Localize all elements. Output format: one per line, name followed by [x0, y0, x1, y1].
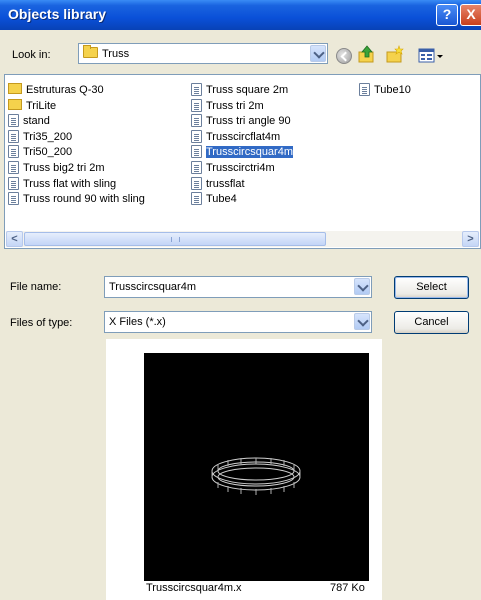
file-item-label: Truss flat with sling: [23, 177, 117, 190]
folder-item[interactable]: Estruturas Q-30: [8, 83, 106, 97]
file-icon: [359, 83, 370, 96]
file-item-label: Truss tri 2m: [206, 99, 264, 112]
folder-item[interactable]: TriLite: [8, 98, 58, 113]
file-item-label: Tri35_200: [23, 130, 73, 143]
select-button[interactable]: Select: [394, 276, 469, 299]
file-item[interactable]: Truss tri angle 90: [191, 114, 293, 128]
file-name-input[interactable]: Trusscircsquar4m: [104, 276, 372, 298]
new-folder-icon[interactable]: [385, 44, 405, 64]
file-icon: [191, 192, 202, 206]
file-icon: [191, 176, 202, 190]
file-item[interactable]: Tri35_200: [8, 129, 74, 144]
file-item-label: Trusscirctri4m: [206, 162, 275, 174]
file-icon: [191, 83, 202, 96]
file-icon: [191, 161, 202, 174]
file-item[interactable]: Tri50_200: [8, 145, 74, 159]
files-of-type-value: X Files (*.x): [109, 316, 166, 328]
close-button[interactable]: X: [460, 4, 481, 26]
scroll-thumb[interactable]: [24, 232, 326, 246]
file-item[interactable]: Truss big2 tri 2m: [8, 161, 107, 175]
file-item-label: Trusscircsquar4m: [205, 145, 294, 160]
files-of-type-label: Files of type:: [10, 317, 73, 329]
file-item[interactable]: stand: [8, 114, 52, 128]
preview-filename: Trusscircsquar4m.x: [146, 582, 242, 594]
file-icon: [8, 161, 19, 174]
truss-ring-icon: [211, 457, 301, 495]
look-in-dropdown[interactable]: Truss: [78, 43, 328, 64]
look-in-value: Truss: [102, 48, 130, 60]
file-item-label: TriLite: [26, 99, 57, 112]
file-item-label: Truss big2 tri 2m: [23, 162, 105, 174]
file-item-label: Estruturas Q-30: [26, 84, 104, 96]
folder-icon: [83, 45, 98, 58]
file-item-label: Truss tri angle 90: [206, 115, 291, 128]
file-icon: [191, 145, 202, 159]
window-title: Objects library: [8, 6, 107, 22]
file-item[interactable]: Truss round 90 with sling: [8, 192, 147, 206]
folder-icon: [8, 98, 22, 110]
preview-filesize: 787 Ko: [330, 582, 365, 594]
file-item[interactable]: Truss flat with sling: [8, 176, 118, 191]
look-in-label: Look in:: [12, 49, 51, 61]
file-icon: [191, 129, 202, 143]
file-item[interactable]: Tube4: [191, 192, 239, 206]
file-item[interactable]: Tube10: [359, 83, 413, 97]
file-icon: [8, 176, 19, 190]
view-menu-icon[interactable]: [418, 46, 444, 66]
title-bar[interactable]: Objects library ? X: [0, 0, 481, 30]
file-item-label: Truss square 2m: [206, 84, 289, 96]
file-icon: [8, 129, 19, 143]
file-item-label: trussflat: [206, 177, 245, 190]
chevron-down-icon[interactable]: [310, 45, 326, 62]
file-icon: [8, 192, 19, 206]
up-folder-icon[interactable]: [358, 44, 376, 64]
chevron-down-icon[interactable]: [354, 278, 370, 295]
file-item[interactable]: Truss tri 2m: [191, 98, 266, 113]
file-item-label: stand: [23, 115, 50, 128]
file-item[interactable]: Trusscircflat4m: [191, 129, 282, 144]
scroll-left-button[interactable]: <: [6, 231, 23, 247]
file-item[interactable]: Trusscircsquar4m: [191, 145, 295, 160]
file-icon: [8, 114, 19, 128]
scroll-right-button[interactable]: >: [462, 231, 479, 247]
file-name-label: File name:: [10, 281, 62, 293]
file-icon: [8, 145, 19, 159]
horizontal-scrollbar[interactable]: < >: [6, 231, 479, 247]
file-icon: [191, 114, 202, 128]
file-item[interactable]: Truss square 2m: [191, 83, 290, 97]
files-of-type-dropdown[interactable]: X Files (*.x): [104, 311, 372, 333]
file-item-label: Tube10: [374, 84, 411, 96]
file-item-label: Tri50_200: [23, 146, 73, 159]
file-item-label: Trusscircflat4m: [206, 130, 281, 143]
model-preview: [144, 353, 369, 581]
back-icon[interactable]: [336, 48, 352, 64]
cancel-button[interactable]: Cancel: [394, 311, 469, 334]
objects-library-dialog: Objects library ? X Look in: Truss < > E…: [0, 0, 481, 600]
file-name-value: Trusscircsquar4m: [109, 281, 196, 293]
file-list[interactable]: < > Estruturas Q-30 TriLite stand Tri35_200…: [4, 74, 481, 249]
help-button[interactable]: ?: [436, 4, 458, 26]
file-item[interactable]: trussflat: [191, 176, 247, 191]
chevron-down-icon[interactable]: [354, 313, 370, 330]
file-item[interactable]: Trusscirctri4m: [191, 161, 277, 175]
file-item-label: Tube4: [206, 193, 237, 206]
file-item-label: Truss round 90 with sling: [23, 193, 145, 206]
folder-icon: [8, 83, 22, 94]
file-icon: [191, 98, 202, 112]
